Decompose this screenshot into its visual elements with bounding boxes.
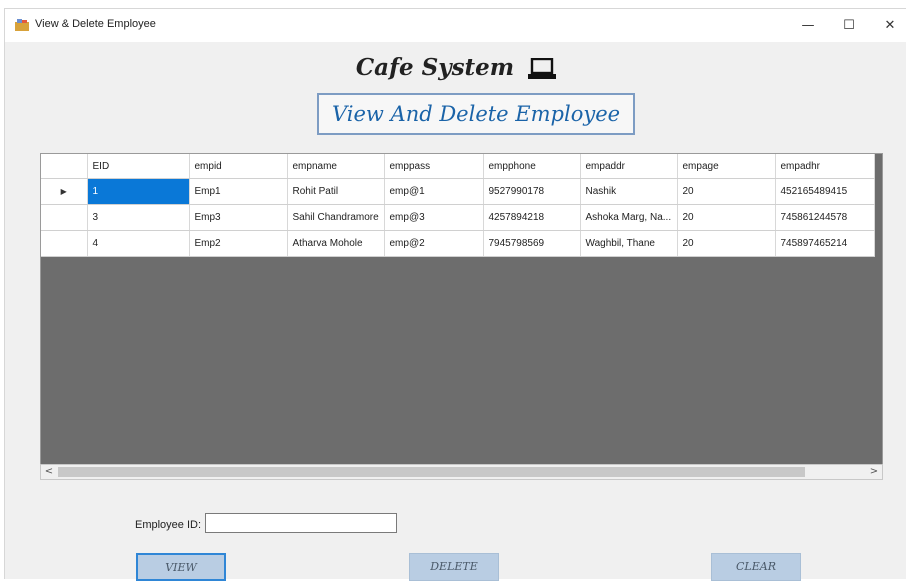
maximize-button[interactable]: ☐	[834, 15, 864, 37]
laptop-icon	[528, 58, 557, 79]
row-header[interactable]	[41, 204, 88, 231]
table-cell[interactable]: 4257894218	[483, 204, 581, 231]
column-header-empid[interactable]: empid	[189, 154, 288, 179]
horizontal-scrollbar[interactable]: < >	[40, 464, 883, 480]
table-cell[interactable]: emp@2	[384, 230, 484, 257]
table-cell[interactable]: 1	[87, 178, 190, 205]
row-header[interactable]: ▶	[41, 178, 88, 205]
page-title-text: Cafe System	[355, 54, 515, 81]
employee-table: EID empid empname emppass empphone empad…	[41, 154, 875, 257]
table-cell[interactable]: Emp2	[189, 230, 288, 257]
employee-id-input[interactable]	[205, 513, 397, 533]
table-cell[interactable]: 20	[677, 230, 776, 257]
close-button[interactable]: ✕	[875, 15, 905, 37]
table-cell[interactable]: 745897465214	[775, 230, 875, 257]
table-cell[interactable]: Ashoka Marg, Na...	[580, 204, 678, 231]
column-header-empage[interactable]: empage	[677, 154, 776, 179]
scrollbar-thumb[interactable]	[58, 467, 805, 477]
table-cell[interactable]: Nashik	[580, 178, 678, 205]
scroll-right-icon[interactable]: >	[867, 465, 881, 479]
table-cell[interactable]: emp@1	[384, 178, 484, 205]
table-cell[interactable]: 20	[677, 178, 776, 205]
column-header-emppass[interactable]: emppass	[384, 154, 484, 179]
table-cell[interactable]: 7945798569	[483, 230, 581, 257]
view-button[interactable]: VIEW	[136, 553, 226, 581]
table-cell[interactable]: 9527990178	[483, 178, 581, 205]
page-subtitle: View And Delete Employee	[317, 93, 635, 135]
employee-id-label: Employee ID:	[135, 519, 202, 531]
row-header[interactable]	[41, 230, 88, 257]
table-cell[interactable]: 3	[87, 204, 190, 231]
table-cell[interactable]: 452165489415	[775, 178, 875, 205]
column-header-empname[interactable]: empname	[287, 154, 385, 179]
table-cell[interactable]: Waghbil, Thane	[580, 230, 678, 257]
column-header-empaddr[interactable]: empaddr	[580, 154, 678, 179]
table-cell[interactable]: Emp1	[189, 178, 288, 205]
current-row-indicator-icon: ▶	[60, 187, 67, 196]
row-header-corner	[41, 154, 88, 179]
employee-grid[interactable]: EID empid empname emppass empphone empad…	[40, 153, 883, 473]
clear-button[interactable]: CLEAR	[711, 553, 801, 581]
window-title: View & Delete Employee	[35, 18, 156, 30]
column-header-empadhr[interactable]: empadhr	[775, 154, 875, 179]
table-cell[interactable]: 4	[87, 230, 190, 257]
table-cell[interactable]: Sahil Chandramore	[287, 204, 385, 231]
minimize-button[interactable]: —	[793, 15, 823, 37]
table-cell[interactable]: 745861244578	[775, 204, 875, 231]
app-window: View & Delete Employee — ☐ ✕ Cafe System…	[4, 8, 906, 581]
table-cell[interactable]: Atharva Mohole	[287, 230, 385, 257]
table-cell[interactable]: emp@3	[384, 204, 484, 231]
column-header-eid[interactable]: EID	[87, 154, 190, 179]
table-row[interactable]: 3 Emp3 Sahil Chandramore emp@3 425789421…	[41, 204, 875, 231]
table-row[interactable]: 4 Emp2 Atharva Mohole emp@2 7945798569 W…	[41, 230, 875, 257]
column-header-empphone[interactable]: empphone	[483, 154, 581, 179]
table-cell[interactable]: Rohit Patil	[287, 178, 385, 205]
app-icon	[15, 19, 29, 31]
title-bar[interactable]: View & Delete Employee — ☐ ✕	[5, 9, 906, 42]
scroll-left-icon[interactable]: <	[42, 465, 56, 479]
table-header-row: EID empid empname emppass empphone empad…	[41, 154, 875, 179]
table-cell[interactable]: 20	[677, 204, 776, 231]
page-title: Cafe System	[5, 54, 906, 81]
delete-button[interactable]: DELETE	[409, 553, 499, 581]
table-cell[interactable]: Emp3	[189, 204, 288, 231]
table-row[interactable]: ▶ 1 Emp1 Rohit Patil emp@1 9527990178 Na…	[41, 178, 875, 205]
